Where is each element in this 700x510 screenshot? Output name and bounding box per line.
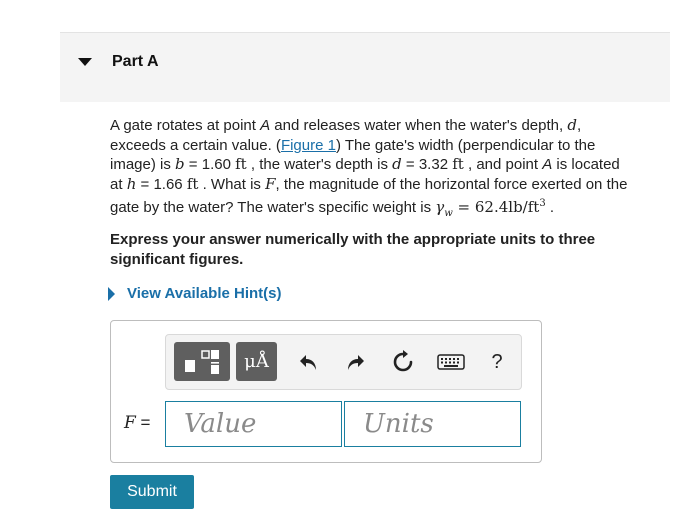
- units-input[interactable]: [344, 401, 521, 447]
- help-button[interactable]: ?: [482, 347, 512, 377]
- units-button[interactable]: μÅ: [236, 342, 277, 381]
- value-input[interactable]: [165, 401, 342, 447]
- caret-down-icon[interactable]: [78, 58, 92, 66]
- reset-icon[interactable]: [388, 347, 418, 377]
- problem-line-4: at h = 1.66 ft . What is F, the magnitud…: [110, 174, 628, 193]
- problem-line-3: image) is b = 1.60 ft , the water's dept…: [110, 155, 620, 174]
- caret-right-icon[interactable]: [108, 286, 115, 301]
- undo-icon[interactable]: [294, 347, 324, 377]
- problem-statement: A gate rotates at point A and releases w…: [110, 116, 670, 224]
- answer-variable-label: F =: [124, 413, 151, 433]
- math-toolbar: μÅ ?: [165, 334, 522, 390]
- answer-box: μÅ ? F =: [110, 320, 542, 463]
- problem-line-2: exceeds a certain value. (Figure 1) The …: [110, 136, 596, 154]
- part-header[interactable]: Part A: [60, 32, 670, 102]
- part-title: Part A: [112, 53, 159, 70]
- problem-line-1: A gate rotates at point A and releases w…: [110, 116, 582, 134]
- redo-icon[interactable]: [340, 347, 370, 377]
- problem-line-5: gate by the water? The water's specific …: [110, 198, 555, 220]
- view-hints-link[interactable]: View Available Hint(s): [108, 285, 282, 302]
- figure-link[interactable]: Figure 1: [281, 137, 336, 154]
- hint-label[interactable]: View Available Hint(s): [127, 285, 282, 302]
- templates-button[interactable]: [174, 342, 230, 381]
- submit-button[interactable]: Submit: [110, 475, 194, 509]
- keyboard-icon[interactable]: [436, 347, 466, 377]
- answer-instruction: Express your answer numerically with the…: [110, 231, 596, 268]
- templates-icon: [185, 349, 219, 374]
